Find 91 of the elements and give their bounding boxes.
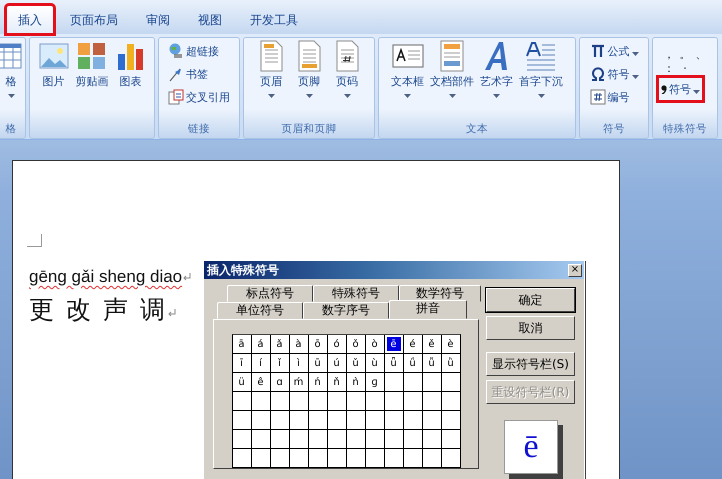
ribbon-small-button[interactable]: 编号 xyxy=(590,88,630,106)
symbol-cell[interactable]: ū xyxy=(308,354,326,372)
ribbon-small-button[interactable]: 书签 xyxy=(168,65,208,83)
punctuation-symbol[interactable]: 、 xyxy=(693,48,709,62)
ribbon-tab[interactable]: 页面布局 xyxy=(58,5,130,34)
symbol-cell[interactable]: ń xyxy=(308,373,326,391)
dialog-button[interactable]: 取消 xyxy=(486,316,575,340)
group-label: 符号 xyxy=(602,122,626,137)
ribbon-small-button[interactable]: 超链接 xyxy=(168,42,219,60)
symbol-cell[interactable]: ǜ xyxy=(442,354,460,372)
chinese-text: 更 改 声 调 xyxy=(29,294,167,326)
symbol-cell[interactable]: ǖ xyxy=(384,354,402,372)
dialog-tab[interactable]: 拼音 xyxy=(389,300,467,319)
numbering-icon xyxy=(590,89,606,105)
ribbon-button[interactable]: 艺术字 xyxy=(478,40,515,98)
symbol-cell[interactable]: í xyxy=(252,354,270,372)
ribbon-button[interactable]: 页眉 xyxy=(253,40,289,98)
paragraph-mark-icon xyxy=(168,309,176,318)
pinyin-text: gēng gǎi sheng diao xyxy=(29,267,182,287)
ribbon-small-button[interactable]: 符号 xyxy=(590,65,638,83)
group-label: 特殊符号 xyxy=(662,122,708,137)
bookmark-flag-icon xyxy=(168,66,184,82)
clip-art-icon xyxy=(76,40,108,72)
ribbon-tab[interactable]: 插入 xyxy=(6,5,54,34)
omega-icon xyxy=(590,66,606,82)
drop-cap-icon xyxy=(525,40,557,72)
ribbon-tab[interactable]: 审阅 xyxy=(134,5,182,34)
symbol-cell[interactable]: é xyxy=(404,335,422,353)
symbol-button[interactable]: 符号 xyxy=(661,80,700,98)
symbol-cell[interactable]: ī xyxy=(232,354,250,372)
punctuation-symbol[interactable]: ， xyxy=(661,48,677,62)
paragraph-mark-icon xyxy=(183,273,192,282)
ribbon-button[interactable]: 格 xyxy=(0,40,29,98)
punctuation-symbol[interactable]: · xyxy=(677,62,693,76)
symbol-cell[interactable]: ɑ xyxy=(270,373,288,391)
dialog-title: 插入特殊符号 xyxy=(207,262,279,278)
symbol-cell[interactable]: à xyxy=(290,335,308,353)
symbol-cell[interactable]: ǘ xyxy=(404,354,422,372)
symbol-cell[interactable]: ě xyxy=(422,335,440,353)
ribbon-button[interactable]: 剪贴画 xyxy=(74,40,110,89)
margin-mark xyxy=(27,234,42,247)
ribbon-small-button[interactable]: 公式 xyxy=(590,42,638,60)
symbol-cell[interactable]: ō xyxy=(308,335,326,353)
symbol-cell[interactable]: ǎ xyxy=(270,335,288,353)
ribbon-button[interactable]: 文档部件 xyxy=(428,40,476,98)
symbol-cell[interactable]: ù xyxy=(366,354,384,372)
symbol-cell[interactable]: ú xyxy=(328,354,346,372)
ribbon-tab[interactable]: 视图 xyxy=(186,5,234,34)
dialog-button[interactable]: 确定 xyxy=(486,288,575,312)
dialog-tab[interactable]: 数字序号 xyxy=(303,302,389,319)
symbol-cell[interactable]: ǒ xyxy=(346,335,364,353)
group-label: 格 xyxy=(4,122,18,137)
symbol-cell[interactable]: ü xyxy=(232,373,250,391)
symbol-cell[interactable]: ǔ xyxy=(346,354,364,372)
symbol-cell[interactable]: á xyxy=(252,335,270,353)
globe-link-icon xyxy=(168,43,184,59)
symbol-cell[interactable]: ǐ xyxy=(270,354,288,372)
symbol-cell[interactable]: ɡ xyxy=(366,373,384,391)
dialog-tab[interactable]: 单位符号 xyxy=(217,302,303,319)
dialog-tab[interactable]: 数学符号 xyxy=(399,285,481,302)
ribbon-button[interactable]: 首字下沉 xyxy=(517,40,565,98)
group-label: 文本 xyxy=(465,122,489,137)
group-label: 链接 xyxy=(187,122,211,137)
comma-icon xyxy=(661,84,667,94)
ribbon-tab[interactable]: 开发工具 xyxy=(238,5,310,34)
group-label: 页眉和页脚 xyxy=(280,122,338,137)
symbol-cell[interactable]: è xyxy=(442,335,460,353)
ribbon-button[interactable]: 图表 xyxy=(112,40,148,89)
dialog-tab[interactable]: 标点符号 xyxy=(227,285,313,302)
ribbon-button[interactable]: 页脚 xyxy=(291,40,327,98)
symbol-cell[interactable]: ḿ xyxy=(290,373,308,391)
ribbon-button[interactable]: 文本框 xyxy=(389,40,426,98)
symbol-cell[interactable]: ó xyxy=(328,335,346,353)
symbol-cell[interactable]: ǹ xyxy=(346,373,364,391)
punctuation-symbol[interactable]: 。 xyxy=(677,48,693,62)
symbol-cell[interactable]: ň xyxy=(328,373,346,391)
symbol-cell[interactable]: ā xyxy=(232,335,250,353)
symbol-cell[interactable]: ò xyxy=(366,335,384,353)
cross-reference-icon xyxy=(168,89,184,105)
symbol-cell[interactable]: ǚ xyxy=(422,354,440,372)
symbol-cell[interactable]: ē xyxy=(384,335,402,353)
ribbon-small-button[interactable]: 交叉引用 xyxy=(168,88,230,106)
pi-icon xyxy=(590,43,606,59)
ribbon-button[interactable]: 页码 xyxy=(329,40,365,98)
symbol-cell[interactable]: ì xyxy=(290,354,308,372)
close-button[interactable]: × xyxy=(568,264,582,276)
dialog-button[interactable]: 显示符号栏(S) xyxy=(486,352,575,376)
punctuation-symbol[interactable]: ： xyxy=(661,62,677,76)
symbol-cell[interactable]: ê xyxy=(252,373,270,391)
ribbon-button[interactable]: 图片 xyxy=(36,40,72,89)
dialog-tab[interactable]: 特殊符号 xyxy=(313,285,399,302)
